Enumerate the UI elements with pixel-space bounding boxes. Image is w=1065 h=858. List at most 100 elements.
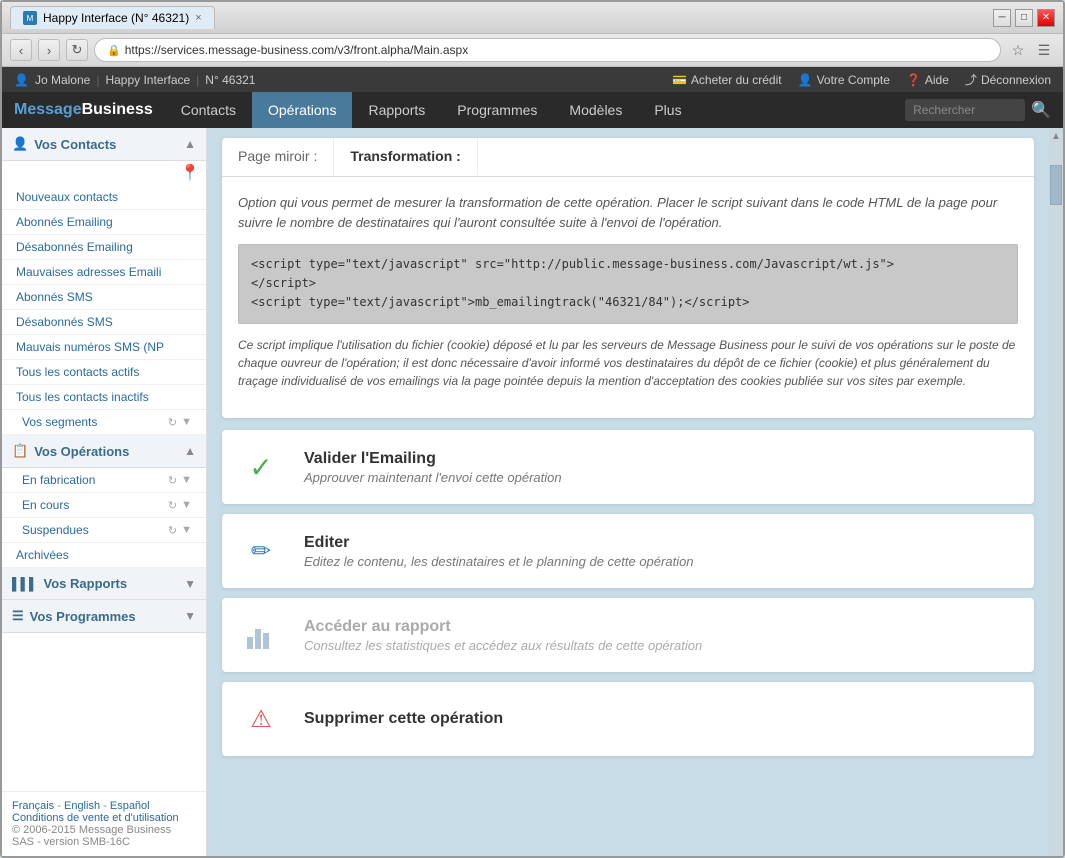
sidebar-item-desabonnes-emailing[interactable]: Désabonnés Emailing — [2, 235, 206, 260]
nav-programmes[interactable]: Programmes — [441, 92, 553, 128]
sidebar-item-abonnes-emailing[interactable]: Abonnés Emailing — [2, 210, 206, 235]
logout-link[interactable]: ⤴ Déconnexion — [965, 71, 1051, 88]
account-icon: 👤 — [798, 73, 813, 87]
refresh-icon[interactable]: ↻ — [168, 416, 177, 429]
nav-search: 🔍 — [905, 99, 1063, 121]
logout-icon: ⤴ — [965, 71, 977, 88]
nav-operations[interactable]: Opérations — [252, 92, 352, 128]
address-bar[interactable]: 🔒 https://services.message-business.com/… — [94, 38, 1001, 62]
maximize-button[interactable]: □ — [1015, 9, 1033, 27]
search-icon[interactable]: 🔍 — [1031, 100, 1051, 120]
main-nav: MessageBusiness Contacts Opérations Rapp… — [2, 92, 1063, 128]
separator2: | — [196, 73, 199, 87]
sidebar-item-contacts-inactifs[interactable]: Tous les contacts inactifs — [2, 385, 206, 410]
sidebar-item-segments[interactable]: Vos segments ↻ ▼ — [2, 410, 206, 435]
user-icon: 👤 — [14, 73, 29, 87]
tab-transformation[interactable]: Transformation : — [334, 138, 477, 176]
tab-close-button[interactable]: × — [195, 12, 201, 24]
conditions-link[interactable]: Conditions de vente et d'utilisation — [12, 812, 179, 824]
edit-subtitle: Editez le contenu, les destinataires et … — [304, 554, 694, 569]
edit-title: Editer — [304, 534, 694, 552]
right-scrollbar: ▲ — [1049, 128, 1063, 856]
expand-icon[interactable]: ▼ — [181, 416, 192, 429]
sidebar-item-nouveaux-contacts[interactable]: Nouveaux contacts — [2, 185, 206, 210]
credit-icon: 💳 — [672, 73, 687, 87]
nav-plus[interactable]: Plus — [638, 92, 697, 128]
sidebar-item-desabonnes-sms[interactable]: Désabonnés SMS — [2, 310, 206, 335]
sidebar-item-en-cours[interactable]: En cours ↻ ▼ — [2, 493, 206, 518]
help-icon: ❓ — [906, 73, 921, 87]
scrollbar-thumb[interactable] — [1050, 165, 1062, 205]
scroll-up-arrow[interactable]: ▲ — [1048, 128, 1063, 145]
contacts-icon: 👤 — [12, 136, 28, 152]
browser-tab[interactable]: M Happy Interface (N° 46321) × — [10, 6, 215, 29]
sidebar-item-abonnes-sms[interactable]: Abonnés SMS — [2, 285, 206, 310]
code-block[interactable]: <script type="text/javascript" src="http… — [238, 244, 1018, 324]
expand-icon[interactable]: ▼ — [181, 474, 192, 487]
close-button[interactable]: ✕ — [1037, 9, 1055, 27]
copyright-text: © 2006-2015 Message Business SAS - versi… — [12, 824, 196, 848]
tab-page-miroir[interactable]: Page miroir : — [222, 138, 334, 176]
sidebar-section-operations[interactable]: 📋 Vos Opérations ▲ — [2, 435, 206, 468]
card-body: Option qui vous permet de mesurer la tra… — [222, 177, 1034, 418]
action-card-validate[interactable]: ✓ Valider l'Emailing Approuver maintenan… — [222, 430, 1034, 504]
action-card-delete[interactable]: ⚠ Supprimer cette opération — [222, 682, 1034, 756]
contacts-toggle-icon: ▲ — [184, 137, 196, 151]
browser-navbar: ‹ › ↻ 🔒 https://services.message-busines… — [2, 34, 1063, 67]
nav-rapports[interactable]: Rapports — [352, 92, 441, 128]
forward-button[interactable]: › — [38, 39, 60, 61]
expand-icon[interactable]: ▼ — [181, 499, 192, 512]
sidebar-section-rapports[interactable]: ▌▌▌ Vos Rapports ▼ — [2, 568, 206, 600]
browser-window: M Happy Interface (N° 46321) × ─ □ ✕ ‹ ›… — [0, 0, 1065, 858]
sidebar-item-contacts-actifs[interactable]: Tous les contacts actifs — [2, 360, 206, 385]
buy-credit-link[interactable]: 💳 Acheter du crédit — [672, 73, 782, 87]
fabrication-controls: ↻ ▼ — [168, 474, 192, 487]
programmes-section-title: ☰ Vos Programmes — [12, 608, 136, 624]
transformation-description: Option qui vous permet de mesurer la tra… — [238, 193, 1018, 232]
menu-button[interactable]: ☰ — [1033, 39, 1055, 61]
refresh-icon[interactable]: ↻ — [168, 499, 177, 512]
sidebar-item-mauvais-numeros[interactable]: Mauvais numéros SMS (NP — [2, 335, 206, 360]
report-title: Accéder au rapport — [304, 618, 702, 636]
my-account-link[interactable]: 👤 Votre Compte — [798, 73, 890, 87]
sidebar-section-programmes[interactable]: ☰ Vos Programmes ▼ — [2, 600, 206, 633]
lang-fr-link[interactable]: Français — [12, 800, 54, 812]
delete-icon: ⚠ — [238, 696, 284, 742]
search-input[interactable] — [905, 99, 1025, 121]
logo: MessageBusiness — [2, 95, 165, 125]
content-area: 👤 Vos Contacts ▲ 📍 Nouveaux contacts Abo… — [2, 128, 1063, 856]
nav-modeles[interactable]: Modèles — [553, 92, 638, 128]
lang-es-link[interactable]: Español — [110, 800, 150, 812]
code-line2: </script> — [251, 274, 1005, 293]
minimize-button[interactable]: ─ — [993, 9, 1011, 27]
app-name: Happy Interface — [105, 73, 190, 87]
contacts-section-title: 👤 Vos Contacts — [12, 136, 116, 152]
sidebar-item-archivees[interactable]: Archivées — [2, 543, 206, 568]
refresh-icon[interactable]: ↻ — [168, 524, 177, 537]
tab-title: Happy Interface (N° 46321) — [43, 11, 189, 25]
card-tabs: Page miroir : Transformation : — [222, 138, 1034, 177]
user-name: Jo Malone — [35, 73, 90, 87]
reload-button[interactable]: ↻ — [66, 39, 88, 61]
transformation-card: Page miroir : Transformation : Option qu… — [222, 138, 1034, 418]
sidebar-section-contacts[interactable]: 👤 Vos Contacts ▲ — [2, 128, 206, 161]
nav-contacts[interactable]: Contacts — [165, 92, 252, 128]
refresh-icon[interactable]: ↻ — [168, 474, 177, 487]
action-card-edit[interactable]: ✏ Editer Editez le contenu, les destinat… — [222, 514, 1034, 588]
lang-en-link[interactable]: English — [64, 800, 100, 812]
sidebar-item-mauvaises-adresses[interactable]: Mauvaises adresses Emaili — [2, 260, 206, 285]
segments-controls: ↻ ▼ — [168, 416, 192, 429]
top-bar-left: 👤 Jo Malone | Happy Interface | N° 46321 — [14, 73, 255, 87]
back-button[interactable]: ‹ — [10, 39, 32, 61]
sidebar-item-suspendues[interactable]: Suspendues ↻ ▼ — [2, 518, 206, 543]
sidebar-item-en-fabrication[interactable]: En fabrication ↻ ▼ — [2, 468, 206, 493]
expand-icon[interactable]: ▼ — [181, 524, 192, 537]
nav-items: Contacts Opérations Rapports Programmes … — [165, 92, 698, 128]
bookmark-button[interactable]: ☆ — [1007, 39, 1029, 61]
report-subtitle: Consultez les statistiques et accédez au… — [304, 638, 702, 653]
browser-action-buttons: ☆ ☰ — [1007, 39, 1055, 61]
help-link[interactable]: ❓ Aide — [906, 73, 949, 87]
top-bar: 👤 Jo Malone | Happy Interface | N° 46321… — [2, 67, 1063, 92]
programmes-icon: ☰ — [12, 608, 24, 624]
map-pin-area: 📍 — [2, 161, 206, 185]
